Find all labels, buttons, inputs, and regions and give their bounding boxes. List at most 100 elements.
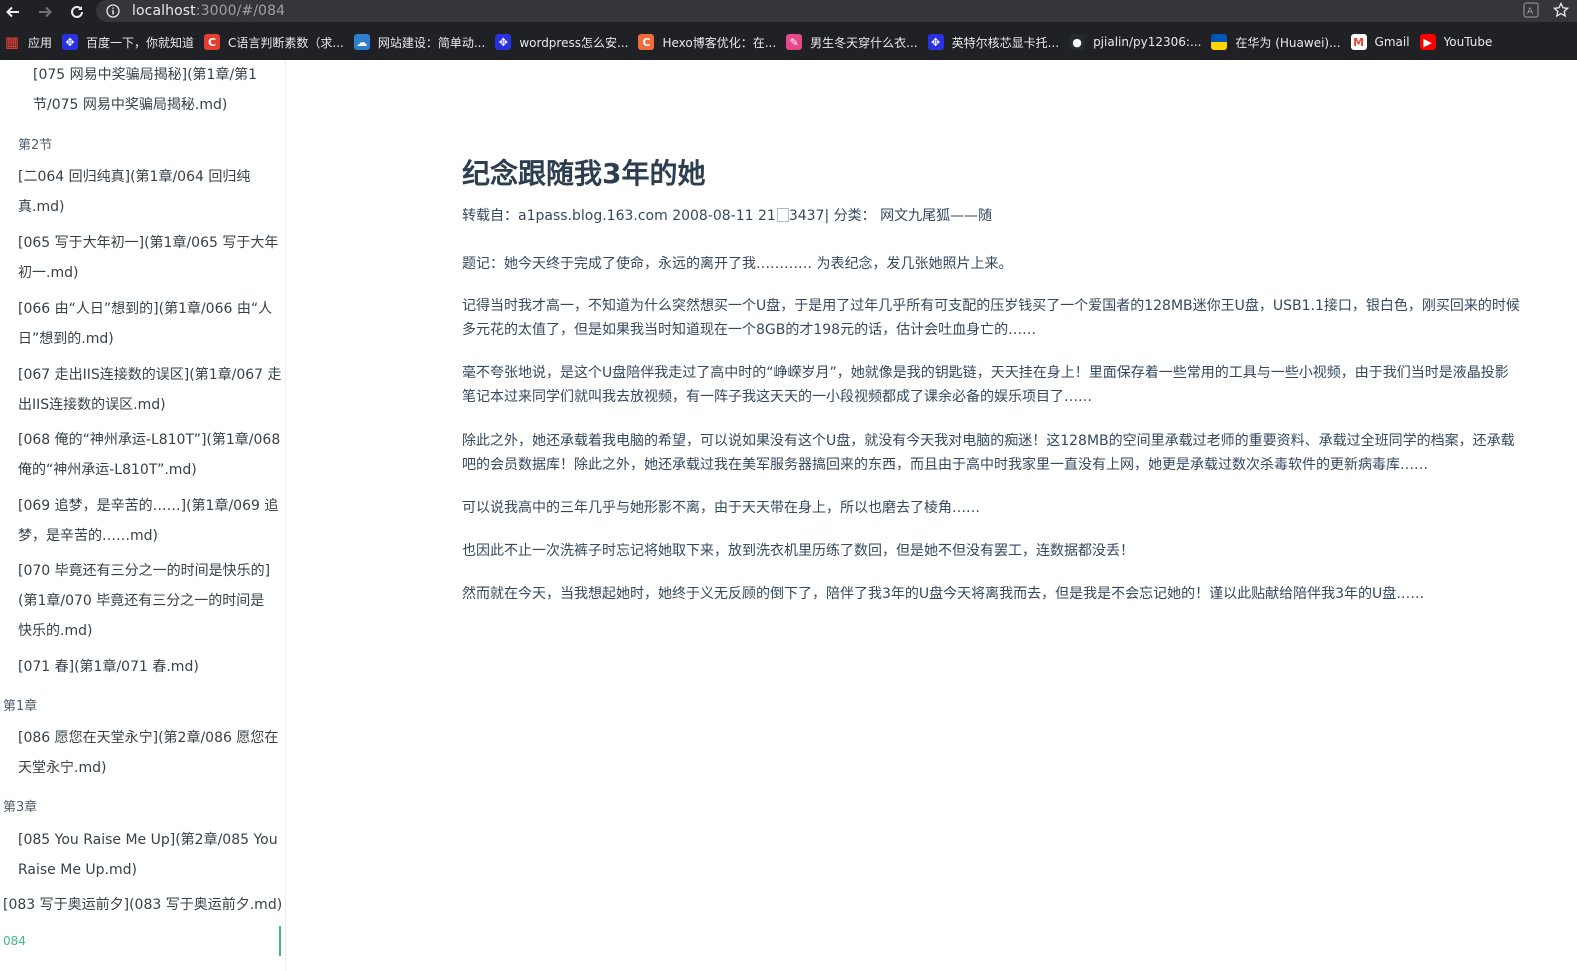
csdn-c-icon: C bbox=[204, 34, 221, 50]
browser-toolbar: localhost:3000/#/084 A bbox=[0, 0, 1577, 24]
bookmark-label: YouTube bbox=[1443, 35, 1493, 49]
baidu-paw-icon: ✥ bbox=[495, 34, 512, 50]
bookmark-label: Hexo博客优化：在... bbox=[662, 35, 777, 50]
paragraph-line: 吧的会员数据库！除此之外，她还承载过我在美军服务器搞回来的东西，而且由于高中时我… bbox=[462, 457, 1428, 473]
sidebar-item[interactable]: [067 走出IIS连接数的误区](第1章/067 走 bbox=[18, 360, 282, 390]
info-icon bbox=[106, 4, 120, 18]
bookmark-item[interactable]: ▶ YouTube bbox=[1418, 28, 1501, 56]
sidebar-item[interactable]: 节/075 网易中奖骗局揭秘.md) bbox=[33, 90, 227, 120]
star-bookmark-icon[interactable] bbox=[1553, 2, 1569, 18]
sidebar-item[interactable]: 初一.md) bbox=[18, 258, 78, 288]
bookmark-item[interactable]: M Gmail bbox=[1349, 28, 1418, 56]
youtube-icon: ▶ bbox=[1419, 34, 1436, 50]
bookmark-label: C语言判断素数（求... bbox=[228, 35, 344, 50]
bookmark-item[interactable]: C Hexo博客优化：在... bbox=[636, 28, 784, 56]
active-indicator bbox=[279, 926, 281, 956]
paragraph-line: 题记：她今天终于完成了使命，永远的离开了我………… 为表纪念，发几张她照片上来。 bbox=[462, 256, 1013, 272]
paragraph-line: 除此之外，她还承载着我电脑的希望，可以说如果没有这个U盘，就没有今天我对电脑的痴… bbox=[462, 433, 1515, 449]
bookmark-item[interactable]: ● pjialin/py12306:... bbox=[1067, 28, 1209, 56]
sidebar-item[interactable]: 快乐的.md) bbox=[18, 616, 92, 646]
flag-icon bbox=[1211, 34, 1228, 50]
translate-icon[interactable]: A bbox=[1523, 2, 1539, 18]
article-paragraph: 记得当时我才高一，不知道为什么突然想买一个U盘，于是用了过年几乎所有可支配的压岁… bbox=[462, 294, 1577, 342]
article-meta: 转载自：a1pass.blog.163.com 2008-08-11 21 343… bbox=[462, 208, 993, 224]
bookmark-label: Gmail bbox=[1374, 35, 1410, 49]
paragraph-line: 也因此不止一次洗裤子时忘记将她取下来，放到洗衣机里历练了数回，但是她不但没有罢工… bbox=[462, 543, 1134, 559]
bookmark-label: pjialin/py12306:... bbox=[1093, 35, 1202, 49]
csdn-c-icon: C bbox=[638, 34, 655, 50]
bookmark-label: 应用 bbox=[28, 35, 53, 50]
github-icon: ● bbox=[1069, 34, 1086, 50]
sidebar-section-heading: 第3章 bbox=[3, 800, 38, 815]
bookmark-label: 百度一下，你就知道 bbox=[86, 35, 195, 50]
baidu-paw-icon: ✥ bbox=[927, 34, 944, 50]
bookmark-item[interactable]: ☁ 网站建设：简单动... bbox=[352, 28, 493, 56]
bookmark-label: 英特尔核芯显卡托... bbox=[951, 35, 1060, 50]
sidebar-item[interactable]: [086 愿您在天堂永宁](第2章/086 愿您在 bbox=[18, 723, 278, 753]
sidebar-item[interactable]: 梦，是辛苦的……md) bbox=[18, 521, 158, 551]
paragraph-line: 可以说我高中的三年几乎与她形影不离，由于天天带在身上，所以也磨去了棱角…… bbox=[462, 500, 980, 516]
sidebar-section-heading: 第2节 bbox=[18, 138, 53, 153]
bookmark-label: 网站建设：简单动... bbox=[377, 35, 486, 50]
apps-grid-icon: ▦ bbox=[4, 33, 20, 51]
sidebar-item[interactable]: 出IIS连接数的误区.md) bbox=[18, 390, 166, 420]
article-paragraph: 可以说我高中的三年几乎与她形影不离，由于天天带在身上，所以也磨去了棱角…… bbox=[462, 496, 1577, 520]
sidebar-item[interactable]: [065 写于大年初一](第1章/065 写于大年 bbox=[18, 228, 278, 258]
bookmark-item[interactable]: ✥ wordpress怎么安... bbox=[493, 28, 636, 56]
gmail-icon: M bbox=[1350, 34, 1367, 50]
sidebar-section-heading: 第1章 bbox=[3, 699, 38, 714]
sidebar-item[interactable]: [066 由“人日”想到的](第1章/066 由“人 bbox=[18, 294, 272, 324]
broken-image-icon bbox=[776, 208, 789, 222]
back-arrow-icon bbox=[6, 6, 19, 18]
bookmarks-bar: ▦ 应用 ✥ 百度一下，你就知道 C C语言判断素数（求... ☁ 网站建设：简单动... ✥ w… bbox=[0, 24, 1577, 60]
bookmark-item[interactable]: 在华为 (Huawei)... bbox=[1209, 28, 1348, 56]
sidebar-item[interactable]: [075 网易中奖骗局揭秘](第1章/第1 bbox=[33, 60, 257, 90]
bookmark-item[interactable]: C C语言判断素数（求... bbox=[202, 28, 352, 56]
sidebar-item[interactable]: [069 追梦，是辛苦的……](第1章/069 追 bbox=[18, 491, 278, 521]
reload-button[interactable] bbox=[64, 0, 90, 24]
svg-text:A: A bbox=[1527, 7, 1534, 17]
paragraph-line: 毫不夸张地说，是这个U盘陪伴我走过了高中时的“峥嵘岁月”，她就像是我的钥匙链，天… bbox=[462, 365, 1509, 381]
sidebar-item[interactable]: (第1章/070 毕竟还有三分之一的时间是 bbox=[18, 586, 264, 616]
sidebar-item[interactable]: 真.md) bbox=[18, 192, 64, 222]
bookmark-item[interactable]: ✥ 百度一下，你就知道 bbox=[60, 28, 202, 56]
paragraph-line: 笔记本过来同学们就叫我去放视频，有一阵子我这天天的一小段视频都成了课余必备的娱乐… bbox=[462, 389, 1092, 405]
forward-button[interactable] bbox=[32, 0, 58, 24]
article-paragraph: 除此之外，她还承载着我电脑的希望，可以说如果没有这个U盘，就没有今天我对电脑的痴… bbox=[462, 429, 1577, 477]
sidebar-item[interactable]: 天堂永宁.md) bbox=[18, 753, 106, 783]
bookmark-item[interactable]: ▦ 应用 bbox=[2, 28, 60, 56]
bookmark-item[interactable]: ✥ 英特尔核芯显卡托... bbox=[926, 28, 1067, 56]
article-paragraph: 也因此不止一次洗裤子时忘记将她取下来，放到洗衣机里历练了数回，但是她不但没有罢工… bbox=[462, 539, 1577, 563]
paragraph-line: 记得当时我才高一，不知道为什么突然想买一个U盘，于是用了过年几乎所有可支配的压岁… bbox=[462, 298, 1520, 314]
bookmark-label: 男生冬天穿什么衣... bbox=[810, 35, 918, 50]
main-content: 纪念跟随我3年的她 转载自：a1pass.blog.163.com 2008-0… bbox=[287, 60, 1577, 971]
paragraph-line: 多元花的太值了，但是如果我当时知道现在一个8GB的才198元的话，估计会吐血身亡… bbox=[462, 322, 1037, 338]
sidebar-item[interactable]: 日”想到的.md) bbox=[18, 324, 114, 354]
article-title: 纪念跟随我3年的她 bbox=[462, 157, 706, 190]
bookmark-item[interactable]: ✎ 男生冬天穿什么衣... bbox=[784, 28, 925, 56]
url-text: localhost:3000/#/084 bbox=[132, 3, 286, 19]
cloud-icon: ☁ bbox=[353, 34, 370, 50]
baidu-paw-icon: ✥ bbox=[62, 34, 79, 50]
address-bar[interactable]: localhost:3000/#/084 A bbox=[96, 0, 1577, 22]
sidebar-item[interactable]: [085 You Raise Me Up](第2章/085 You bbox=[18, 825, 278, 855]
article-paragraph: 毫不夸张地说，是这个U盘陪伴我走过了高中时的“峥嵘岁月”，她就像是我的钥匙链，天… bbox=[462, 361, 1577, 409]
sidebar-item[interactable]: Raise Me Up.md) bbox=[18, 855, 137, 885]
sidebar-item[interactable]: [068 俺的“神州承运-L810T”](第1章/068 bbox=[18, 425, 280, 455]
sidebar-item[interactable]: [二064 回归纯真](第1章/064 回归纯 bbox=[18, 162, 250, 192]
reload-icon bbox=[71, 5, 83, 18]
sidebar-item[interactable]: [070 毕竟还有三分之一的时间是快乐的] bbox=[18, 556, 270, 586]
paragraph-line: 然而就在今天，当我想起她时，她终于义无反顾的倒下了，陪伴了我3年的U盘今天将离我… bbox=[462, 586, 1425, 602]
bookmark-label: wordpress怎么安... bbox=[519, 35, 629, 50]
back-button[interactable] bbox=[0, 0, 26, 24]
sidebar-nav: [075 网易中奖骗局揭秘](第1章/第1 节/075 网易中奖骗局揭秘.md) 第… bbox=[0, 60, 286, 971]
pen-icon: ✎ bbox=[786, 34, 803, 50]
sidebar-item[interactable]: [071 春](第1章/071 春.md) bbox=[18, 652, 199, 682]
sidebar-item[interactable]: 俺的“神州承运-L810T”.md) bbox=[18, 455, 197, 485]
article-paragraph: 题记：她今天终于完成了使命，永远的离开了我………… 为表纪念，发几张她照片上来。 bbox=[462, 252, 1577, 276]
forward-arrow-icon bbox=[39, 6, 52, 18]
bookmark-label: 在华为 (Huawei)... bbox=[1235, 35, 1341, 50]
article-paragraph: 然而就在今天，当我想起她时，她终于义无反顾的倒下了，陪伴了我3年的U盘今天将离我… bbox=[462, 582, 1577, 606]
sidebar-item-active[interactable]: 084 bbox=[3, 934, 26, 948]
sidebar-item[interactable]: [083 写于奥运前夕](083 写于奥运前夕.md) bbox=[3, 890, 282, 920]
